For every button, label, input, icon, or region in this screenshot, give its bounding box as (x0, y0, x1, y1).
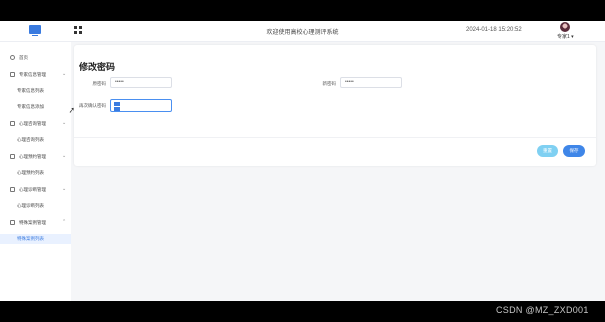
sidebar-item-appointment-list[interactable]: 心理预约列表 (0, 168, 71, 178)
sidebar-item-label: 心理诊断管理 (19, 187, 46, 192)
list-icon (10, 220, 15, 225)
list-icon (10, 121, 15, 126)
watermark: CSDN @MZ_ZXD001 (496, 305, 589, 315)
list-icon (10, 72, 15, 77)
new-password-input[interactable]: ••••• (340, 77, 402, 88)
sidebar-item-expert-add[interactable]: 专家信息添加 (0, 102, 71, 112)
list-icon (10, 154, 15, 159)
confirm-password-label: 再次确认密码 (79, 103, 106, 108)
sidebar-item-label: 特殊案例管理 (19, 220, 46, 225)
sidebar-item-special-case-list[interactable]: 特殊案例列表 (0, 234, 71, 244)
avatar[interactable] (560, 22, 570, 32)
old-password-label: 原密码 (92, 81, 107, 86)
sidebar-item-label: 心理预约列表 (17, 170, 44, 175)
sidebar-item-label: 特殊案例列表 (17, 236, 44, 241)
sidebar-item-label: 心理预约管理 (19, 154, 46, 159)
sidebar-item-label: 首页 (19, 55, 28, 60)
sidebar-item-label: 专家信息添加 (17, 104, 44, 109)
new-password-label: 新密码 (322, 81, 337, 86)
chevron-up-icon: ⌃ (62, 219, 67, 225)
sidebar-item-expert-list[interactable]: 专家信息列表 (0, 86, 71, 96)
page-title: 修改密码 (79, 62, 116, 72)
sidebar-group-consult[interactable]: 心理咨询管理 ⌄ (0, 119, 71, 129)
sidebar-item-label: 专家信息管理 (19, 72, 46, 77)
change-password-card: 修改密码 原密码 ••••• 新密码 ••••• 再次确认密码 重置 保存 (74, 45, 596, 166)
top-bar: 欢迎使用高校心理测评系统 2024-01-18 15:20:52 专家1 ▾ (0, 21, 605, 42)
mouse-pointer-icon: ➚ (68, 105, 75, 115)
list-icon (10, 187, 15, 192)
autofill-key-icon (114, 107, 120, 111)
sidebar-item-label: 心理咨询管理 (19, 121, 46, 126)
chevron-down-icon: ⌄ (62, 120, 67, 126)
sidebar-item-diagnosis-list[interactable]: 心理诊断列表 (0, 201, 71, 211)
chevron-down-icon: ⌄ (62, 153, 67, 159)
sidebar-item-home[interactable]: 首页 (0, 53, 71, 63)
app-window: 欢迎使用高校心理测评系统 2024-01-18 15:20:52 专家1 ▾ 首… (0, 21, 605, 301)
sidebar-group-expert[interactable]: 专家信息管理 ⌄ (0, 70, 71, 80)
save-button[interactable]: 保存 (563, 145, 585, 157)
chevron-down-icon: ⌄ (62, 71, 67, 77)
sidebar-item-label: 心理诊断列表 (17, 203, 44, 208)
sidebar-group-appointment[interactable]: 心理预约管理 ⌄ (0, 152, 71, 162)
user-menu[interactable]: 专家1 ▾ (557, 33, 574, 40)
sidebar-item-consult-list[interactable]: 心理咨询列表 (0, 135, 71, 145)
confirm-password-input[interactable] (110, 99, 172, 112)
divider (74, 137, 596, 138)
clock-icon (10, 55, 15, 60)
old-password-input[interactable]: ••••• (110, 77, 172, 88)
reset-button[interactable]: 重置 (537, 145, 558, 157)
datetime: 2024-01-18 15:20:52 (466, 27, 522, 33)
chevron-down-icon: ⌄ (62, 186, 67, 192)
sidebar: 首页 专家信息管理 ⌄ 专家信息列表 专家信息添加 心理咨询管理 ⌄ 心理咨询列… (0, 42, 71, 301)
sidebar-item-label: 专家信息列表 (17, 88, 44, 93)
sidebar-group-special-case[interactable]: 特殊案例管理 ⌃ (0, 218, 71, 228)
autofill-key-icon (114, 102, 120, 106)
sidebar-group-diagnosis[interactable]: 心理诊断管理 ⌄ (0, 185, 71, 195)
sidebar-item-label: 心理咨询列表 (17, 137, 44, 142)
